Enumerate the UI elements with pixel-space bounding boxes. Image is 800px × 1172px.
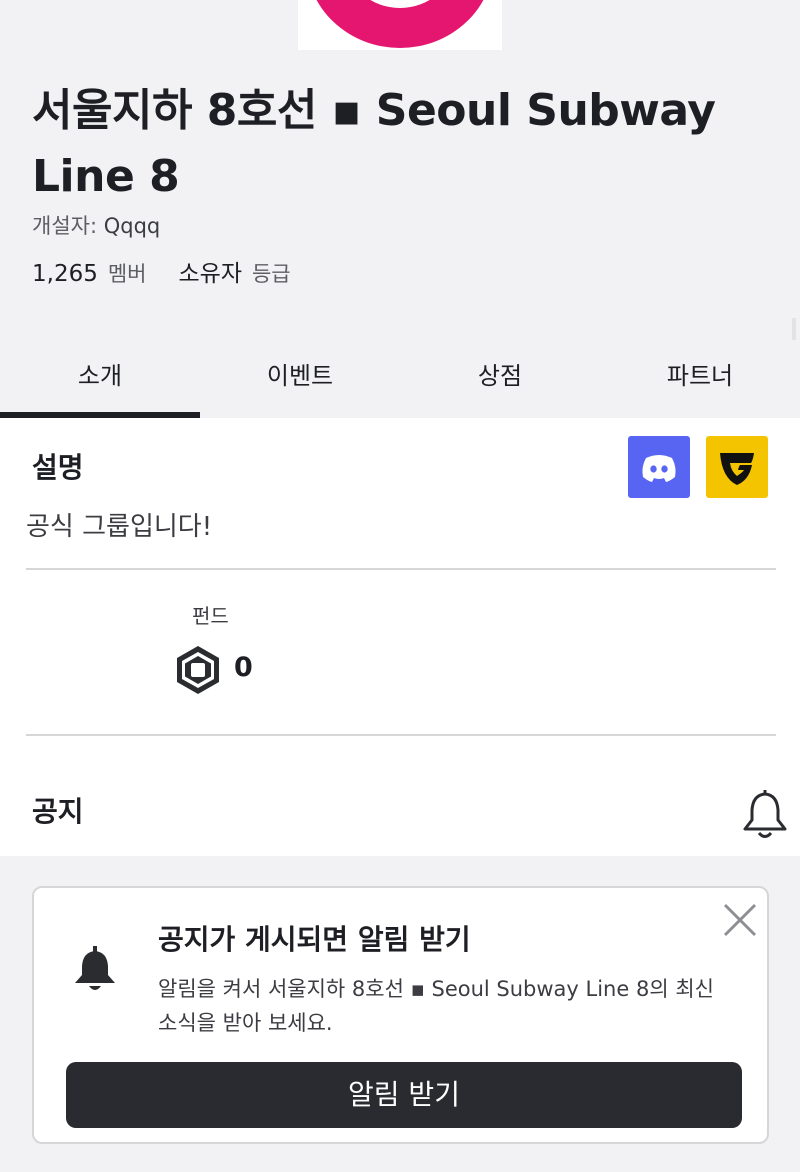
- close-icon[interactable]: [720, 900, 760, 940]
- turn-on-notifications-button[interactable]: 알림 받기: [66, 1062, 742, 1128]
- creator-line: 개설자: Qqqq: [32, 210, 160, 240]
- tab-bar: 소개 이벤트 상점 파트너: [0, 340, 800, 418]
- card-text: 알림을 켜서 서울지하 8호선 ▪ Seoul Subway Line 8의 최…: [158, 977, 714, 1035]
- group-stats: 1,265 멤버 소유자 등급: [32, 254, 291, 288]
- description-title: 설명: [32, 451, 84, 484]
- divider: [26, 568, 776, 570]
- guilded-icon[interactable]: [706, 436, 768, 498]
- tab-store[interactable]: 상점: [400, 340, 600, 418]
- logo-ring-icon: [306, 0, 494, 48]
- card-title: 공지가 게시되면 알림 받기: [158, 923, 471, 956]
- notice-title: 공지: [32, 795, 84, 828]
- member-count: 1,265: [32, 261, 98, 287]
- member-label: 멤버: [107, 262, 147, 286]
- group-logo: [298, 0, 502, 50]
- tab-events[interactable]: 이벤트: [200, 340, 400, 418]
- tab-about[interactable]: 소개: [0, 340, 200, 418]
- robux-icon: [172, 644, 224, 696]
- divider: [26, 734, 776, 736]
- bell-outline-icon[interactable]: [740, 788, 790, 842]
- discord-icon[interactable]: [628, 436, 690, 498]
- about-panel: 설명 공식 그룹입니다! 펀드 0 공지: [0, 418, 800, 856]
- notification-card: 공지가 게시되면 알림 받기 알림을 켜서 서울지하 8호선 ▪ Seoul S…: [32, 886, 769, 1144]
- group-title: 서울지하 8호선 ▪ Seoul Subway Line 8: [32, 85, 716, 202]
- creator-label: 개설자:: [32, 214, 98, 238]
- rank-value: 소유자: [178, 261, 242, 287]
- creator-name[interactable]: Qqqq: [104, 214, 161, 238]
- rank-label: 등급: [251, 262, 291, 286]
- tab-affiliates[interactable]: 파트너: [600, 340, 800, 418]
- group-header: 서울지하 8호선 ▪ Seoul Subway Line 8 개설자: Qqqq…: [0, 0, 800, 318]
- description-text: 공식 그룹입니다!: [26, 512, 213, 542]
- funds-value: 0: [234, 652, 253, 683]
- bell-icon: [72, 944, 118, 996]
- funds-label: 펀드: [192, 604, 229, 628]
